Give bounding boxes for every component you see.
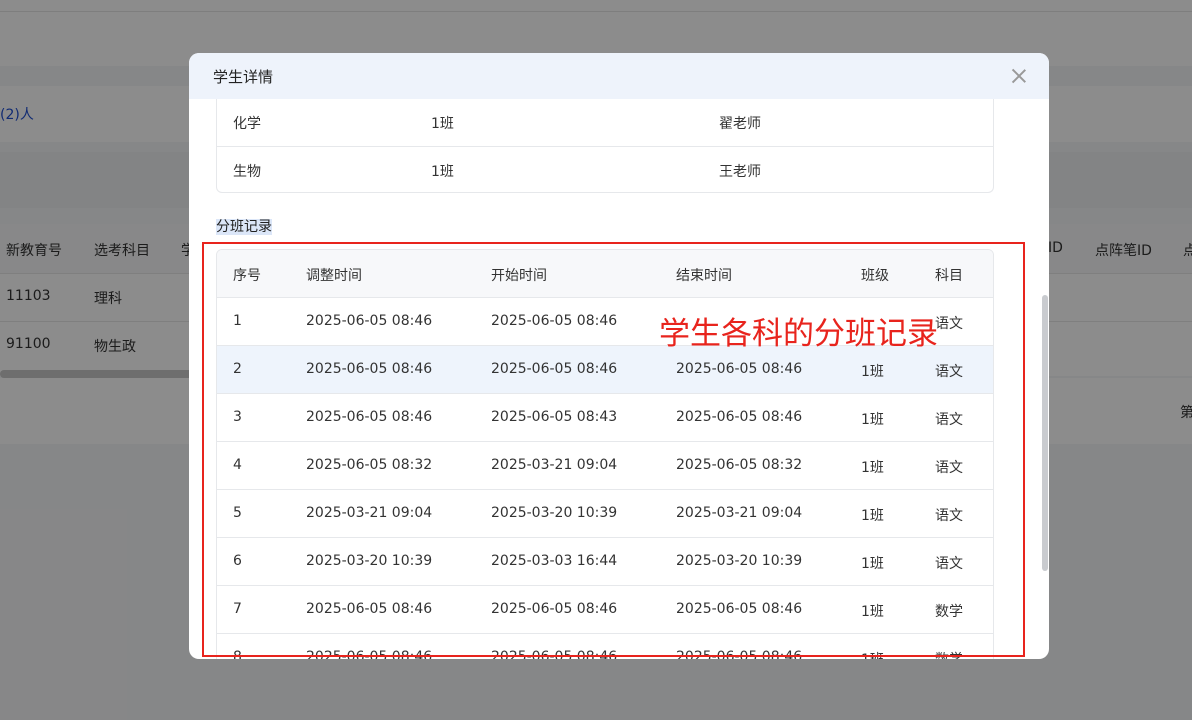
cell-end-time: 2025-03-21 09:04 [676,505,803,521]
cell-subject: 语文 [935,508,963,524]
cell-end-time: 2025-06-05 08:32 [676,457,803,473]
class-cell: 1班 [431,164,454,180]
teacher-cell: 王老师 [719,164,761,180]
cell-no: 6 [233,553,242,569]
table-row[interactable]: 7 2025-06-05 08:46 2025-06-05 08:46 2025… [217,586,993,634]
cell-no: 7 [233,601,242,617]
column-header: 科目 [935,268,963,284]
cell-no: 4 [233,457,242,473]
table-row[interactable]: 8 2025-06-05 08:46 2025-06-05 08:46 2025… [217,634,993,659]
cell-start-time: 2025-06-05 08:46 [491,649,618,659]
section-title-text: 分班记录 [216,219,272,235]
cell-start-time: 2025-03-03 16:44 [491,553,618,569]
cell-class: 1班 [861,604,884,620]
cell-end-time: 2025-06-05 08:46 [676,601,803,617]
cell-end-time: 2025-03-20 10:39 [676,553,803,569]
cell-end-time: 2025-06-05 08:46 [676,649,803,659]
class-cell: 1班 [431,116,454,132]
cell-no: 3 [233,409,242,425]
cell-subject: 语文 [935,556,963,572]
table-row[interactable]: 6 2025-03-20 10:39 2025-03-03 16:44 2025… [217,538,993,586]
cell-start-time: 2025-06-05 08:46 [491,361,618,377]
cell-adjust-time: 2025-06-05 08:46 [306,649,433,659]
close-icon[interactable] [1009,66,1029,86]
column-header: 调整时间 [306,268,362,284]
cell-start-time: 2025-06-05 08:46 [491,601,618,617]
cell-adjust-time: 2025-03-20 10:39 [306,553,433,569]
cell-class: 1班 [861,556,884,572]
cell-no: 1 [233,313,242,329]
column-header: 开始时间 [491,268,547,284]
table-row[interactable]: 3 2025-06-05 08:46 2025-06-05 08:43 2025… [217,394,993,442]
cell-class: 1班 [861,508,884,524]
subject-class-table: 化学 1班 翟老师 生物 1班 王老师 [216,99,994,193]
cell-no: 2 [233,361,242,377]
cell-adjust-time: 2025-06-05 08:32 [306,457,433,473]
cell-class: 1班 [861,460,884,476]
cell-subject: 语文 [935,412,963,428]
dialog-title: 学生详情 [213,68,274,86]
cell-start-time: 2025-06-05 08:46 [491,313,618,329]
cell-adjust-time: 2025-06-05 08:46 [306,313,433,329]
table-header: 序号 调整时间 开始时间 结束时间 班级 科目 [217,250,993,298]
table-row: 化学 1班 翟老师 [217,99,993,147]
cell-start-time: 2025-06-05 08:43 [491,409,618,425]
table-row[interactable]: 2 2025-06-05 08:46 2025-06-05 08:46 2025… [217,346,993,394]
class-record-table: 序号 调整时间 开始时间 结束时间 班级 科目 1 2025-06-05 08:… [216,249,994,659]
section-title: 分班记录 [216,216,272,236]
cell-no: 5 [233,505,242,521]
table-row[interactable]: 1 2025-06-05 08:46 2025-06-05 08:46 语文 [217,298,993,346]
cell-subject: 语文 [935,364,963,380]
cell-adjust-time: 2025-06-05 08:46 [306,409,433,425]
table-row: 生物 1班 王老师 [217,146,993,194]
cell-end-time: 2025-06-05 08:46 [676,361,803,377]
cell-adjust-time: 2025-06-05 08:46 [306,361,433,377]
cell-class: 1班 [861,649,884,659]
table-row[interactable]: 5 2025-03-21 09:04 2025-03-20 10:39 2025… [217,490,993,538]
cell-end-time: 2025-06-05 08:46 [676,409,803,425]
cell-subject: 语文 [935,460,963,476]
cell-adjust-time: 2025-03-21 09:04 [306,505,433,521]
table-row[interactable]: 4 2025-06-05 08:32 2025-03-21 09:04 2025… [217,442,993,490]
cell-start-time: 2025-03-20 10:39 [491,505,618,521]
cell-class: 1班 [861,412,884,428]
cell-subject: 数学 [935,649,963,659]
cell-start-time: 2025-03-21 09:04 [491,457,618,473]
column-header: 班级 [861,268,889,284]
vertical-scrollbar[interactable] [1042,295,1048,571]
subject-cell: 生物 [233,164,261,180]
cell-subject: 语文 [935,316,963,332]
cell-class: 1班 [861,364,884,380]
column-header: 序号 [233,268,261,284]
cell-no: 8 [233,649,242,659]
cell-subject: 数学 [935,604,963,620]
teacher-cell: 翟老师 [719,116,761,132]
dialog-header: 学生详情 [189,53,1049,99]
student-detail-dialog: 学生详情 化学 1班 翟老师 生物 1班 王老师 分班记录 序号 调整时间 开始… [189,53,1049,659]
subject-cell: 化学 [233,116,261,132]
cell-adjust-time: 2025-06-05 08:46 [306,601,433,617]
column-header: 结束时间 [676,268,732,284]
